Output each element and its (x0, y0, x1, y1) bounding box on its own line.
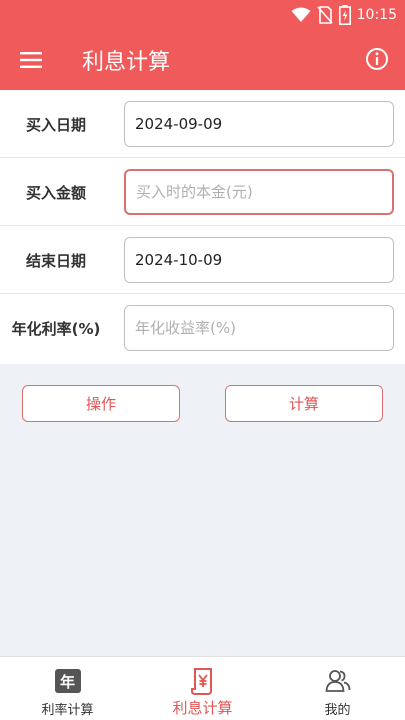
info-button[interactable] (363, 45, 391, 73)
action-buttons: 操作 计算 (0, 385, 405, 423)
status-bar: 10:15 (0, 0, 405, 30)
operate-button[interactable]: 操作 (22, 385, 180, 422)
no-sim-icon (317, 6, 333, 24)
tab-rate-calc[interactable]: 年 利率计算 (0, 657, 135, 720)
end-date-input[interactable] (124, 237, 394, 283)
form-row-buy-amount: 买入金额 (0, 158, 405, 226)
year-calendar-icon: 年 (54, 667, 82, 695)
tab-interest-calc[interactable]: 利息计算 (135, 657, 270, 720)
buy-date-input[interactable] (124, 101, 394, 147)
form-row-annual-rate: 年化利率(%) (0, 294, 405, 364)
tab-mine-label: 我的 (324, 703, 351, 718)
form-row-buy-date: 买入日期 (0, 90, 405, 158)
yen-scroll-icon (190, 668, 212, 695)
annual-rate-label: 年化利率(%) (11, 319, 101, 338)
buy-amount-input[interactable] (124, 169, 394, 215)
bottom-tab-bar: 年 利率计算 利息计算 我的 (0, 656, 405, 720)
tab-mine[interactable]: 我的 (270, 657, 405, 720)
tab-interest-calc-label: 利息计算 (172, 699, 233, 717)
buy-date-label: 买入日期 (25, 115, 86, 134)
info-icon (366, 48, 388, 70)
year-badge: 年 (54, 669, 81, 693)
app-bar: 利息计算 (0, 30, 405, 90)
end-date-label: 结束日期 (25, 251, 86, 270)
battery-charging-icon (338, 5, 351, 25)
calculate-button[interactable]: 计算 (225, 385, 383, 422)
annual-rate-input[interactable] (124, 305, 394, 351)
interest-form: 买入日期 买入金额 结束日期 年化利率(%) (0, 90, 405, 364)
status-time: 10:15 (356, 7, 397, 23)
tab-rate-calc-label: 利率计算 (41, 703, 94, 718)
hamburger-menu-icon (20, 52, 42, 68)
page-title: 利息计算 (82, 50, 171, 75)
user-group-icon-wrap (324, 667, 352, 695)
buy-amount-label: 买入金额 (25, 183, 86, 202)
user-group-icon (325, 670, 350, 692)
status-icons: 10:15 (291, 4, 397, 26)
form-row-end-date: 结束日期 (0, 226, 405, 294)
yen-scroll-icon-wrap (189, 667, 217, 695)
menu-button[interactable] (16, 46, 46, 74)
wifi-icon (291, 7, 311, 22)
